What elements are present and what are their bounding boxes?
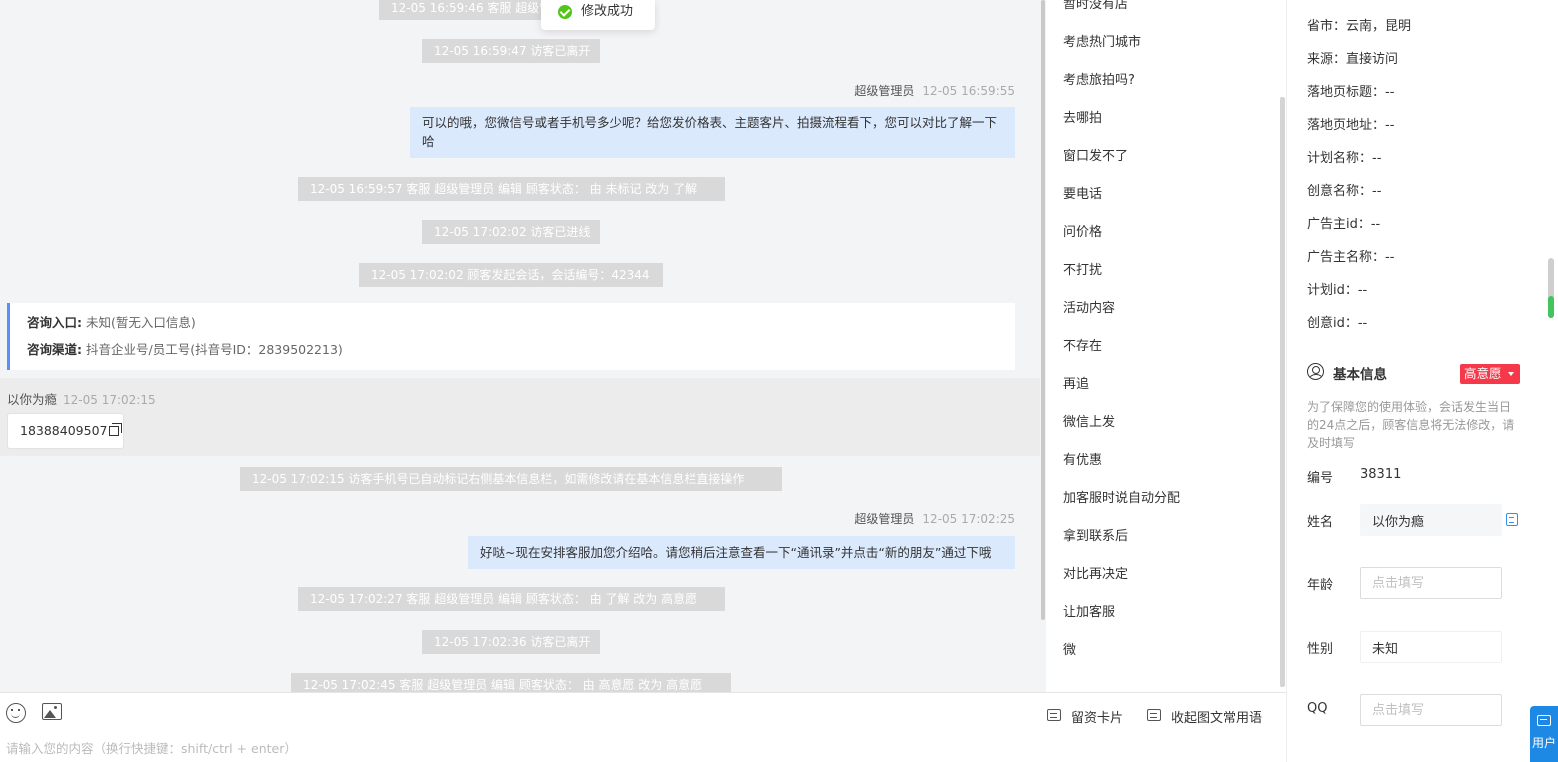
phrase-item[interactable]: 加客服时说自动分配 <box>1063 489 1180 509</box>
info-row-province: 省市：云南，昆明 <box>1307 19 1412 34</box>
visitor-phone: 18388409507 <box>20 423 108 438</box>
phrase-item[interactable]: 不存在 <box>1063 337 1102 357</box>
info-row-creative-id: 创意id：-- <box>1307 316 1368 331</box>
info-row-landing-url: 落地页地址：-- <box>1307 118 1395 133</box>
sender-time: 12-05 16:59:55 <box>922 84 1015 98</box>
visitor-phone-bubble[interactable]: 18388409507 <box>7 413 124 449</box>
basic-info-title-text: 基本信息 <box>1333 367 1387 383</box>
entry-row: 咨询入口: 未知(暂无入口信息) <box>27 313 998 340</box>
chat-panel: 12-05 16:59:46 客服 超级管 12-05 16:59:47 访客已… <box>0 0 1040 692</box>
age-label: 年龄 <box>1307 578 1334 593</box>
agent-message-bubble: 可以的哦，您微信号或者手机号多少呢？给您发价格表、主题客片、拍摄流程看下，您可以… <box>410 107 1015 158</box>
edit-icon[interactable] <box>1506 513 1518 526</box>
system-message: 12-05 17:02:02 顾客发起会话，会话编号：42344 <box>359 263 663 287</box>
info-row-landing-title: 落地页标题：-- <box>1307 85 1395 100</box>
chat-scrollbar-thumb[interactable] <box>1041 0 1045 620</box>
edit-notice: 为了保障您的使用体验，会话发生当日的24点之后，顾客信息将无法修改，请及时填写 <box>1307 400 1515 450</box>
sender-name: 超级管理员 <box>854 512 915 526</box>
common-phrases-list: 暂时没有店 考虑热门城市 考虑旅拍吗? 去哪拍 窗口发不了 要电话 问价格 不打… <box>1046 0 1286 692</box>
phrase-item[interactable]: 微 <box>1063 641 1076 661</box>
phrase-item[interactable]: 对比再决定 <box>1063 565 1128 585</box>
qq-label: QQ <box>1307 701 1328 716</box>
agent-sender: 超级管理员 12-05 16:59:55 <box>854 82 1015 99</box>
phrases-scrollbar[interactable] <box>1280 97 1285 687</box>
consult-entry-card: 咨询入口: 未知(暂无入口信息) 咨询渠道: 抖音企业号/员工号(抖音号ID：2… <box>7 303 1015 370</box>
id-value: 38311 <box>1360 467 1402 482</box>
name-field[interactable] <box>1360 504 1502 536</box>
sender-name: 超级管理员 <box>854 84 915 98</box>
info-row-advertiser-id: 广告主id：-- <box>1307 217 1381 232</box>
visitor-sender: 以你为瘾 12-05 17:02:15 <box>7 389 156 408</box>
caret-down-icon <box>1508 372 1514 376</box>
toast-text: 修改成功 <box>581 4 634 19</box>
phrase-item[interactable]: 拿到联系后 <box>1063 527 1128 547</box>
system-message: 12-05 17:02:27 客服 超级管理员 编辑 顾客状态： 由 了解 改为… <box>298 587 725 611</box>
info-row-plan-name: 计划名称：-- <box>1307 151 1382 166</box>
image-icon[interactable] <box>42 703 62 720</box>
phrase-item[interactable]: 窗口发不了 <box>1063 147 1128 167</box>
info-row-source: 来源：直接访问 <box>1307 52 1399 67</box>
entry-label: 咨询入口: <box>27 315 82 330</box>
system-message: 12-05 17:02:36 访客已离开 <box>422 630 600 654</box>
system-message: 12-05 17:02:02 访客已进线 <box>422 220 600 244</box>
check-circle-icon <box>558 5 572 19</box>
info-scrollbar[interactable] <box>1548 258 1554 318</box>
agent-sender: 超级管理员 12-05 17:02:25 <box>854 510 1015 527</box>
phrase-item[interactable]: 不打扰 <box>1063 261 1102 281</box>
lead-card-label: 留资卡片 <box>1071 711 1124 726</box>
success-toast: 修改成功 <box>541 0 655 30</box>
phrase-item[interactable]: 暂时没有店 <box>1063 0 1128 15</box>
user-icon <box>1307 363 1324 380</box>
sender-time: 12-05 17:02:25 <box>922 512 1015 526</box>
phrase-item[interactable]: 考虑热门城市 <box>1063 33 1141 53</box>
channel-row: 咨询渠道: 抖音企业号/员工号(抖音号ID：2839502213) <box>27 340 998 367</box>
user-float-button[interactable]: 用户 <box>1530 706 1558 762</box>
info-row-plan-id: 计划id：-- <box>1307 283 1368 298</box>
phrase-item[interactable]: 再追 <box>1063 375 1089 395</box>
intent-dropdown[interactable]: 高意愿 <box>1460 364 1520 384</box>
basic-info-title: 基本信息 <box>1307 363 1387 383</box>
message-input-bar: 留资卡片 收起图文常用语 <box>0 692 1286 762</box>
info-row-creative-name: 创意名称：-- <box>1307 184 1382 199</box>
id-label: 编号 <box>1307 471 1334 486</box>
user-float-label: 用户 <box>1531 736 1556 750</box>
visitor-time: 12-05 17:02:15 <box>63 393 156 407</box>
card-icon <box>1047 709 1061 721</box>
lead-card-button[interactable]: 留资卡片 <box>1047 707 1123 726</box>
channel-value: 抖音企业号/员工号(抖音号ID：2839502213) <box>85 342 343 357</box>
channel-label: 咨询渠道: <box>27 342 82 357</box>
agent-message-bubble: 好哒~现在安排客服加您介绍哈。请您稍后注意查看一下“通讯录”并点击“新的朋友”通… <box>468 536 1015 569</box>
visitor-name: 以你为瘾 <box>7 392 58 407</box>
system-message: 12-05 17:02:45 客服 超级管理员 编辑 顾客状态： 由 高意愿 改… <box>291 673 731 692</box>
system-message: 12-05 16:59:47 访客已离开 <box>422 39 600 63</box>
chat-bubble-icon <box>1537 715 1551 726</box>
phrase-item[interactable]: 去哪拍 <box>1063 109 1102 129</box>
phrases-icon <box>1147 709 1161 721</box>
customer-info-panel: 省市：云南，昆明 来源：直接访问 落地页标题：-- 落地页地址：-- 计划名称：… <box>1287 0 1558 762</box>
phrase-item[interactable]: 活动内容 <box>1063 299 1115 319</box>
age-field[interactable] <box>1360 567 1502 599</box>
copy-icon[interactable] <box>109 423 123 436</box>
phrase-item[interactable]: 微信上发 <box>1063 413 1115 433</box>
system-message: 12-05 16:59:46 客服 超级管 <box>379 0 551 20</box>
phrase-item[interactable]: 问价格 <box>1063 223 1102 243</box>
emoji-icon[interactable] <box>6 703 26 723</box>
message-input[interactable] <box>6 741 1006 756</box>
collapse-phrases-label: 收起图文常用语 <box>1171 711 1263 726</box>
gender-field[interactable] <box>1360 631 1502 663</box>
system-message: 12-05 16:59:57 客服 超级管理员 编辑 顾客状态： 由 未标记 改… <box>298 177 725 201</box>
entry-value: 未知(暂无入口信息) <box>85 315 196 330</box>
qq-field[interactable] <box>1360 694 1502 726</box>
name-label: 姓名 <box>1307 515 1334 530</box>
gender-label: 性别 <box>1307 642 1334 657</box>
phrase-item[interactable]: 要电话 <box>1063 185 1102 205</box>
visitor-message-row <box>0 378 1040 456</box>
system-message: 12-05 17:02:15 访客手机号已自动标记右侧基本信息栏，如需修改请在基… <box>240 467 782 491</box>
phrase-item[interactable]: 有优惠 <box>1063 451 1102 471</box>
info-row-advertiser-name: 广告主名称：-- <box>1307 250 1395 265</box>
phrase-item[interactable]: 让加客服 <box>1063 603 1115 623</box>
phrase-item[interactable]: 考虑旅拍吗? <box>1063 71 1135 91</box>
intent-value: 高意愿 <box>1464 366 1502 381</box>
collapse-phrases-button[interactable]: 收起图文常用语 <box>1147 707 1262 726</box>
